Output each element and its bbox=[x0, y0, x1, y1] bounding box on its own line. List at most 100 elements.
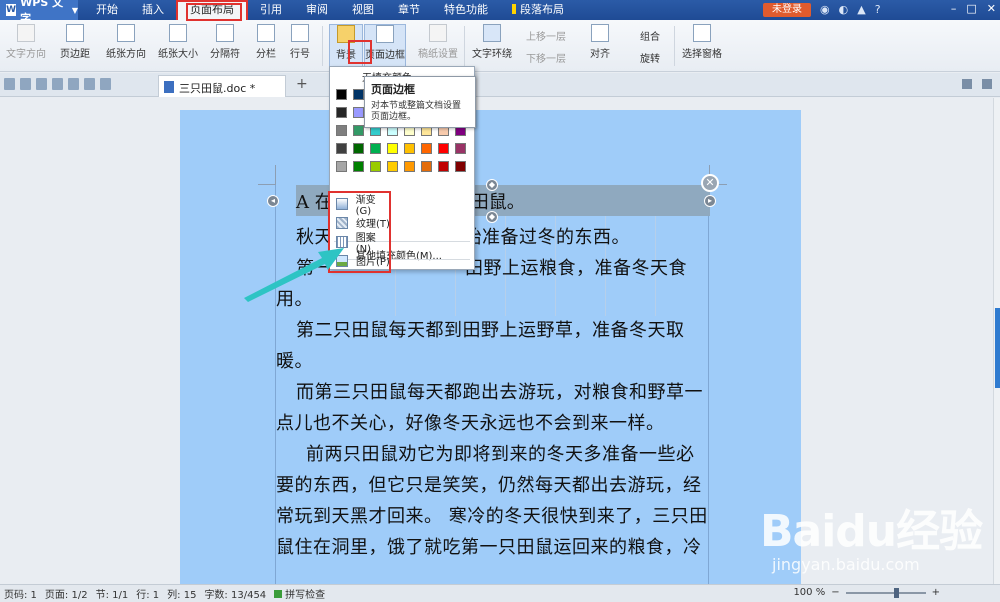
ribbon-divider bbox=[322, 26, 323, 66]
color-swatch[interactable] bbox=[421, 161, 432, 172]
gradient-label: 渐变(G) bbox=[355, 194, 376, 217]
color-swatch[interactable] bbox=[421, 143, 432, 154]
redo-icon[interactable] bbox=[100, 78, 111, 90]
selection-pane-icon bbox=[693, 24, 711, 42]
tab-paragraph-layout[interactable]: 段落布局 bbox=[500, 0, 576, 20]
margins-button[interactable]: 页边距 bbox=[60, 24, 90, 70]
paper-setup-button[interactable]: 稿纸设置 bbox=[418, 24, 458, 70]
undo-icon[interactable] bbox=[84, 78, 95, 90]
status-word-count[interactable]: 字数: 13/454 bbox=[204, 586, 266, 601]
app-menu-button[interactable]: W WPS 文字 ▼ bbox=[0, 0, 78, 25]
picture-label: 图片(P) bbox=[356, 257, 390, 268]
tab-review[interactable]: 审阅 bbox=[294, 0, 340, 20]
tab-features[interactable]: 特色功能 bbox=[432, 0, 500, 20]
resize-handle-right[interactable]: ▸ bbox=[704, 195, 716, 207]
spell-check-toggle[interactable]: 拼写检查 bbox=[274, 586, 325, 601]
save-icon[interactable] bbox=[20, 78, 31, 90]
color-swatch[interactable] bbox=[336, 107, 347, 118]
bring-forward-button[interactable]: 上移一层 bbox=[526, 28, 566, 43]
tab-page-layout[interactable]: 页面布局 bbox=[176, 0, 248, 20]
selection-pane-button[interactable]: 选择窗格 bbox=[682, 24, 722, 70]
line-fragment: 田野上运粮食，准备冬天食 bbox=[465, 258, 687, 279]
line-number-button[interactable]: 行号 bbox=[290, 24, 310, 70]
paper-setup-icon bbox=[429, 24, 447, 42]
page-border-label: 页面边框 bbox=[365, 50, 405, 61]
zoom-out-icon[interactable]: − bbox=[831, 587, 839, 598]
send-backward-button[interactable]: 下移一层 bbox=[526, 50, 566, 65]
document-tab-title: 三只田鼠.doc * bbox=[179, 82, 256, 95]
text-direction-button[interactable]: 文字方向 bbox=[6, 24, 46, 70]
background-icon bbox=[337, 25, 355, 43]
color-swatch[interactable] bbox=[404, 161, 415, 172]
color-swatch[interactable] bbox=[336, 125, 347, 136]
tab-home[interactable]: 开始 bbox=[84, 0, 130, 20]
tab-references[interactable]: 引用 bbox=[248, 0, 294, 20]
login-button[interactable]: 未登录 bbox=[763, 3, 811, 17]
close-icon[interactable]: ✕ bbox=[987, 2, 996, 15]
restore-icon[interactable] bbox=[962, 79, 972, 89]
color-swatch[interactable] bbox=[353, 107, 364, 118]
vertical-scrollbar[interactable] bbox=[993, 98, 1000, 584]
status-section: 节: 1/1 bbox=[95, 590, 129, 601]
color-swatch[interactable] bbox=[353, 161, 364, 172]
zoom-slider[interactable] bbox=[845, 587, 926, 598]
color-swatch[interactable] bbox=[370, 161, 381, 172]
new-file-icon[interactable] bbox=[4, 78, 15, 90]
text-wrap-button[interactable]: 文字环绕 bbox=[472, 24, 512, 70]
tab-insert[interactable]: 插入 bbox=[130, 0, 176, 20]
size-button[interactable]: 纸张大小 bbox=[158, 24, 198, 70]
resize-handle-top[interactable]: ◆ bbox=[486, 179, 498, 191]
color-swatch[interactable] bbox=[336, 89, 347, 100]
color-swatch[interactable] bbox=[387, 143, 398, 154]
close-doc-icon[interactable] bbox=[982, 79, 992, 89]
shirt-icon[interactable]: ▲ bbox=[857, 3, 865, 16]
color-swatch[interactable] bbox=[387, 161, 398, 172]
maximize-icon[interactable]: □ bbox=[966, 2, 976, 15]
gradient-option[interactable]: 渐变(G) bbox=[330, 194, 390, 217]
tooltip-description: 对本节或整篇文档设置页面边框。 bbox=[371, 101, 462, 122]
print-icon[interactable] bbox=[52, 78, 63, 90]
resize-handle-left[interactable]: ◂ bbox=[267, 195, 279, 207]
color-swatch[interactable] bbox=[404, 143, 415, 154]
close-icon[interactable]: ✕ bbox=[701, 174, 719, 192]
background-button[interactable]: 背景 bbox=[329, 24, 363, 70]
columns-button[interactable]: 分栏 bbox=[256, 24, 276, 70]
minimize-icon[interactable]: – bbox=[951, 2, 957, 15]
rotate-button[interactable]: 旋转 bbox=[640, 50, 660, 65]
tab-section[interactable]: 章节 bbox=[386, 0, 432, 20]
color-swatch[interactable] bbox=[455, 161, 466, 172]
export-pdf-icon[interactable] bbox=[36, 78, 47, 90]
status-page-code: 页码: 1 bbox=[4, 590, 37, 601]
color-swatch[interactable] bbox=[336, 161, 347, 172]
skin-icon[interactable]: ◉ bbox=[820, 3, 830, 16]
color-swatch[interactable] bbox=[455, 143, 466, 154]
color-swatch[interactable] bbox=[353, 143, 364, 154]
color-swatch[interactable] bbox=[370, 143, 381, 154]
separator-button[interactable]: 分隔符 bbox=[210, 24, 240, 70]
zoom-slider-knob[interactable] bbox=[893, 587, 899, 598]
help-icon[interactable]: ? bbox=[875, 3, 881, 16]
scrollbar-thumb[interactable] bbox=[995, 308, 1000, 388]
page-border-button[interactable]: 页面边框 bbox=[364, 24, 406, 70]
pattern-label: 图案(N) bbox=[355, 232, 376, 255]
align-button[interactable]: 对齐 bbox=[590, 24, 610, 70]
print-preview-icon[interactable] bbox=[68, 78, 79, 90]
color-swatch[interactable] bbox=[438, 143, 449, 154]
watermark-url: jingyan.baidu.com bbox=[772, 555, 920, 574]
color-swatch[interactable] bbox=[353, 89, 364, 100]
color-swatch[interactable] bbox=[438, 161, 449, 172]
color-swatch[interactable] bbox=[353, 125, 364, 136]
tab-view[interactable]: 视图 bbox=[340, 0, 386, 20]
document-tab-bar: 三只田鼠.doc * + bbox=[0, 73, 1000, 97]
group-button[interactable]: 组合 bbox=[640, 28, 660, 43]
spell-check-label: 拼写检查 bbox=[285, 590, 326, 601]
document-tab[interactable]: 三只田鼠.doc * bbox=[158, 75, 286, 97]
margins-label: 页边距 bbox=[60, 49, 90, 60]
line-number-label: 行号 bbox=[290, 49, 310, 60]
add-tab-button[interactable]: + bbox=[296, 76, 308, 92]
color-swatch[interactable] bbox=[336, 143, 347, 154]
text-direction-icon bbox=[17, 24, 35, 42]
zoom-in-icon[interactable]: + bbox=[932, 587, 940, 598]
orientation-button[interactable]: 纸张方向 bbox=[106, 24, 146, 70]
settings-icon[interactable]: ◐ bbox=[839, 3, 849, 16]
